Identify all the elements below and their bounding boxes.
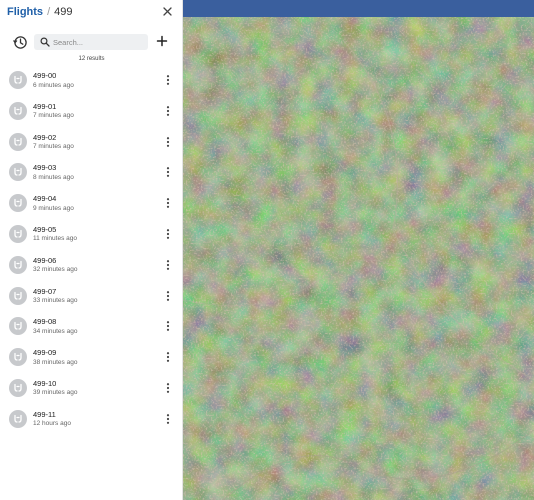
flight-time: 6 minutes ago <box>33 81 74 89</box>
satellite-imagery <box>183 0 534 500</box>
search-input[interactable] <box>53 34 143 50</box>
flight-icon <box>9 132 27 151</box>
flight-name: 499-08 <box>33 317 57 327</box>
more-vert-icon[interactable] <box>163 259 173 271</box>
flight-name: 499-03 <box>33 163 57 173</box>
flight-time: 33 minutes ago <box>33 297 78 305</box>
search-icon <box>40 37 50 47</box>
more-vert-icon[interactable] <box>163 74 173 86</box>
more-vert-icon[interactable] <box>163 382 173 394</box>
satellite-map[interactable] <box>183 0 534 500</box>
flight-name: 499-05 <box>33 224 57 234</box>
flight-icon <box>9 71 27 89</box>
flight-list: 499-00 6 minutes ago 499-01 7 minutes ago 49… <box>0 64 183 434</box>
search-box[interactable] <box>34 34 148 50</box>
flight-icon <box>9 194 27 213</box>
flight-name: 499-07 <box>33 286 57 296</box>
flight-list-item[interactable]: 499-03 8 minutes ago <box>0 156 183 187</box>
close-icon[interactable] <box>161 5 174 18</box>
flight-time: 32 minutes ago <box>33 266 78 274</box>
flight-icon <box>9 163 27 182</box>
flight-icon <box>9 317 27 336</box>
more-vert-icon[interactable] <box>163 320 173 332</box>
results-count: 12 results <box>78 56 105 62</box>
flight-list-item[interactable]: 499-02 7 minutes ago <box>0 126 183 157</box>
flight-list-item[interactable]: 499-09 38 minutes ago <box>0 341 183 372</box>
flight-name: 499-09 <box>33 348 57 358</box>
breadcrumb-current: 499 <box>54 6 73 18</box>
history-clock-icon[interactable] <box>12 34 28 50</box>
more-vert-icon[interactable] <box>163 166 173 178</box>
flight-time: 8 minutes ago <box>33 173 74 181</box>
flight-icon <box>9 348 27 367</box>
flights-sidebar: Flights /499 12 results 499-006 minutes a… <box>0 0 183 500</box>
flight-list-item[interactable]: 499-00 6 minutes ago <box>0 64 183 95</box>
flight-name: 499-01 <box>33 101 57 111</box>
flight-icon <box>9 255 27 274</box>
flight-list-item[interactable]: 499-10 39 minutes ago <box>0 372 183 403</box>
breadcrumb-flights-link[interactable]: Flights <box>7 6 43 18</box>
flight-icon <box>9 224 27 243</box>
more-vert-icon[interactable] <box>163 351 173 363</box>
flight-name: 499-04 <box>33 194 57 204</box>
flight-time: 12 hours ago <box>33 420 71 428</box>
flight-list-item[interactable]: 499-08 34 minutes ago <box>0 310 183 341</box>
flight-list-item[interactable]: 499-07 33 minutes ago <box>0 280 183 311</box>
flight-icon <box>9 101 27 120</box>
more-vert-icon[interactable] <box>163 136 173 148</box>
flight-time: 38 minutes ago <box>33 358 78 366</box>
flight-icon <box>9 378 27 397</box>
breadcrumb: Flights /499 <box>7 6 72 18</box>
flight-name: 499-02 <box>33 132 57 142</box>
more-vert-icon[interactable] <box>163 197 173 209</box>
more-vert-icon[interactable] <box>163 228 173 240</box>
more-vert-icon[interactable] <box>163 290 173 302</box>
flight-time: 39 minutes ago <box>33 389 78 397</box>
flight-name: 499-11 <box>33 409 56 419</box>
sidebar-toolbar <box>0 32 183 52</box>
flight-time: 34 minutes ago <box>33 327 78 335</box>
flight-name: 499-10 <box>33 378 57 388</box>
flight-time: 11 minutes ago <box>33 235 77 243</box>
flight-list-item[interactable]: 499-05 11 minutes ago <box>0 218 183 249</box>
flight-time: 7 minutes ago <box>33 112 74 120</box>
breadcrumb-separator: / <box>47 6 51 18</box>
map-top-band <box>183 0 534 17</box>
flight-icon <box>9 409 27 428</box>
flight-time: 7 minutes ago <box>33 143 74 151</box>
more-vert-icon[interactable] <box>163 105 173 117</box>
flight-list-item[interactable]: 499-06 32 minutes ago <box>0 249 183 280</box>
flight-list-item[interactable]: 499-04 9 minutes ago <box>0 187 183 218</box>
flight-icon <box>9 286 27 305</box>
flight-time: 9 minutes ago <box>33 204 74 212</box>
more-vert-icon[interactable] <box>163 413 173 425</box>
sidebar-header: Flights /499 <box>0 0 183 26</box>
flight-list-item[interactable]: 499-11 12 hours ago <box>0 403 183 434</box>
flight-name: 499-00 <box>33 71 57 80</box>
flight-name: 499-06 <box>33 255 57 265</box>
flight-list-item[interactable]: 499-01 7 minutes ago <box>0 95 183 126</box>
plus-icon[interactable] <box>155 34 169 48</box>
